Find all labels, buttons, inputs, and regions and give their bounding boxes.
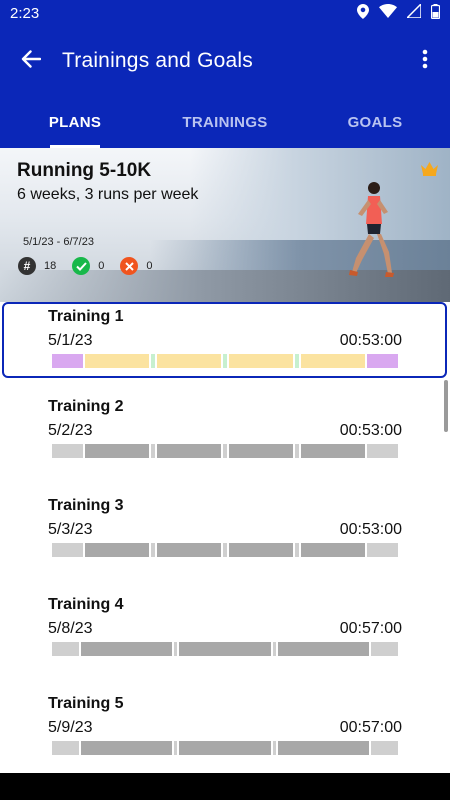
interval-bar [52,444,398,458]
training-duration: 00:53:00 [339,422,402,439]
tab-trainings[interactable]: TRAININGS [150,96,300,148]
training-item-2[interactable]: Training 2 5/2/23 00:53:00 [0,392,450,480]
interval-segment [367,354,398,368]
scrollbar[interactable] [444,380,448,432]
tab-goals[interactable]: GOALS [300,96,450,148]
interval-segment [80,642,173,656]
wifi-icon [379,4,397,22]
cross-icon [120,257,139,275]
tab-bar: PLANS TRAININGS GOALS [0,96,450,148]
interval-segment [277,642,369,656]
interval-segment [272,642,276,656]
interval-segment [223,354,227,368]
training-item-3[interactable]: Training 3 5/3/23 00:53:00 [0,491,450,579]
training-date: 5/9/23 [48,719,93,736]
interval-segment [295,543,299,557]
training-name: Training 3 [48,497,124,514]
interval-segment [179,642,271,656]
training-item-1[interactable]: Training 1 5/1/23 00:53:00 [0,302,450,390]
interval-segment [84,354,150,368]
page-title: Trainings and Goals [62,49,253,72]
app-bar: Trainings and Goals [0,26,450,96]
interval-segment [300,543,366,557]
interval-segment [80,741,173,755]
interval-segment [151,543,155,557]
signal-icon [405,2,422,22]
training-duration: 00:57:00 [339,719,402,736]
training-duration: 00:53:00 [339,332,402,349]
interval-segment [179,741,271,755]
training-date: 5/2/23 [48,422,93,439]
missed-count: 0 [146,260,153,272]
training-name: Training 2 [48,398,124,415]
training-duration: 00:53:00 [339,521,402,538]
training-date: 5/1/23 [48,332,93,349]
completed-count: 0 [98,260,105,272]
system-nav-bar [0,773,450,800]
interval-segment [223,444,227,458]
interval-segment [52,642,79,656]
interval-segment [300,354,366,368]
crown-icon [420,161,439,181]
interval-segment [174,741,178,755]
interval-segment [370,741,398,755]
interval-segment [223,543,227,557]
hash-icon: # [18,257,36,275]
interval-segment [52,741,79,755]
interval-segment [156,543,222,557]
hero-sea [150,240,450,270]
interval-segment [52,543,83,557]
training-item-4[interactable]: Training 4 5/8/23 00:57:00 [0,590,450,678]
back-button[interactable] [0,26,62,96]
tab-plans[interactable]: PLANS [0,96,150,148]
plan-subtitle: 6 weeks, 3 runs per week [17,186,199,203]
interval-bar [52,543,398,557]
status-bar: 2:23 [0,0,450,26]
interval-bar [52,354,398,368]
training-duration: 00:57:00 [339,620,402,637]
interval-segment [367,543,398,557]
interval-segment [84,444,150,458]
battery-icon [430,3,441,23]
interval-segment [370,642,398,656]
overflow-menu-button[interactable] [400,26,450,96]
training-name: Training 4 [48,596,124,613]
training-name: Training 1 [48,308,124,325]
interval-bar [52,741,398,755]
location-icon [357,3,369,23]
runner-illustration [349,182,394,277]
more-vert-icon [422,49,428,74]
check-icon [72,257,91,275]
interval-bar [52,642,398,656]
interval-segment [367,444,398,458]
status-time: 2:23 [10,4,40,22]
interval-segment [174,642,178,656]
interval-segment [52,354,83,368]
interval-segment [295,354,299,368]
training-date: 5/8/23 [48,620,93,637]
training-name: Training 5 [48,695,124,712]
interval-segment [272,741,276,755]
interval-segment [52,444,83,458]
training-item-5[interactable]: Training 5 5/9/23 00:57:00 [0,689,450,777]
interval-segment [156,444,222,458]
plan-dates: 5/1/23 - 6/7/23 [23,236,94,248]
interval-segment [228,543,294,557]
interval-segment [151,354,155,368]
interval-segment [228,444,294,458]
total-trainings-count: 18 [44,260,57,272]
interval-segment [151,444,155,458]
arrow-back-icon [21,49,42,73]
training-date: 5/3/23 [48,521,93,538]
interval-segment [295,444,299,458]
plan-title: Running 5-10K [17,160,152,181]
interval-segment [156,354,222,368]
interval-segment [84,543,150,557]
interval-segment [277,741,369,755]
interval-segment [300,444,366,458]
plan-stats: # 18 0 0 [18,257,169,275]
interval-segment [228,354,294,368]
